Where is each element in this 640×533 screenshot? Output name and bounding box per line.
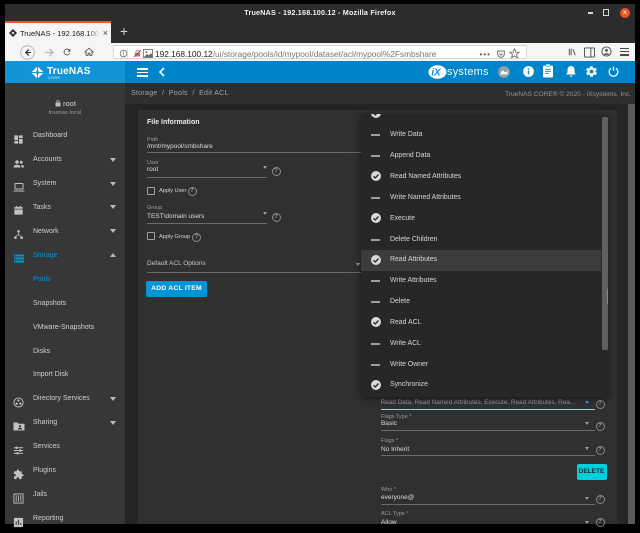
- svg-text:iX: iX: [431, 67, 442, 78]
